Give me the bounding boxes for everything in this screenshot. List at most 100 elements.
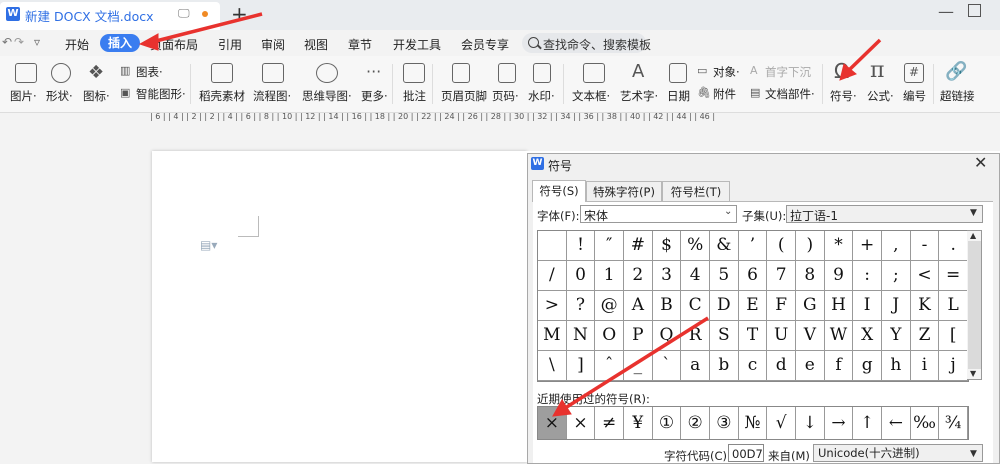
- character-code-input[interactable]: 00D7: [728, 444, 764, 462]
- recent-symbol-cell[interactable]: ↓: [796, 407, 825, 439]
- caret-down-icon[interactable]: ▼: [970, 208, 977, 218]
- maximize-button[interactable]: [968, 4, 981, 17]
- hyperlink-button[interactable]: 超链接: [940, 88, 975, 104]
- chevron-down-icon[interactable]: ⌄: [724, 206, 732, 217]
- font-select-value[interactable]: 宋体: [584, 207, 608, 224]
- paragraph-layout-icon[interactable]: ▤▾: [200, 238, 217, 252]
- symbol-cell[interactable]: O: [595, 321, 624, 351]
- symbol-cell[interactable]: [: [939, 321, 968, 351]
- symbol-cell[interactable]: $: [652, 231, 682, 261]
- symbol-cell[interactable]: ″: [595, 231, 624, 261]
- symbol-cell[interactable]: 1: [595, 261, 624, 291]
- menu-insert[interactable]: 插入: [100, 34, 140, 52]
- watermark-button[interactable]: 水印·: [528, 88, 555, 104]
- dropcap-button[interactable]: 首字下沉: [765, 64, 811, 80]
- symbol-cell[interactable]: 8: [796, 261, 825, 291]
- symbol-cell[interactable]: :: [853, 261, 882, 291]
- symbol-cell[interactable]: b: [710, 351, 739, 381]
- symbol-cell[interactable]: K: [910, 291, 940, 321]
- menu-review[interactable]: 审阅: [261, 36, 285, 53]
- caret-down-icon[interactable]: ▼: [970, 449, 977, 459]
- symbol-cell[interactable]: ): [796, 231, 825, 261]
- symbol-cell[interactable]: L: [939, 291, 968, 321]
- symbol-cell[interactable]: f: [824, 351, 854, 381]
- symbol-cell[interactable]: !: [566, 231, 596, 261]
- symbol-cell[interactable]: (: [767, 231, 796, 261]
- symbol-cell[interactable]: F: [767, 291, 796, 321]
- new-tab-button[interactable]: +: [231, 2, 248, 26]
- tab-symbol-bar[interactable]: 符号栏(T): [662, 181, 730, 201]
- shape-button[interactable]: 形状·: [46, 88, 73, 104]
- symbol-button[interactable]: 符号·: [830, 88, 857, 104]
- symbol-cell[interactable]: G: [796, 291, 825, 321]
- horizontal-ruler[interactable]: | 6 | | 4 | | 2 | | 2 | | 4 | | 6 | | 8 …: [150, 112, 850, 126]
- symbol-cell[interactable]: Q: [652, 321, 682, 351]
- symbol-cell[interactable]: C: [681, 291, 710, 321]
- object-button[interactable]: 对象·: [713, 64, 740, 80]
- symbol-cell[interactable]: *: [824, 231, 854, 261]
- smart-graphic-button[interactable]: 智能图形·: [136, 86, 186, 102]
- symbol-cell[interactable]: E: [738, 291, 768, 321]
- symbol-cell[interactable]: %: [681, 231, 710, 261]
- symbol-cell[interactable]: 6: [738, 261, 768, 291]
- symbol-cell[interactable]: c: [738, 351, 768, 381]
- recent-symbol-cell[interactable]: ×: [538, 407, 567, 439]
- symbol-cell[interactable]: 9: [824, 261, 854, 291]
- symbol-cell[interactable]: V: [796, 321, 825, 351]
- symbol-cell[interactable]: g: [853, 351, 882, 381]
- quick-access-dropdown[interactable]: ▿: [34, 35, 40, 49]
- symbol-cell[interactable]: /: [538, 261, 567, 291]
- menu-references[interactable]: 引用: [218, 36, 242, 53]
- scroll-down-icon[interactable]: ▼: [970, 369, 976, 378]
- symbol-cell[interactable]: =: [939, 261, 968, 291]
- recent-symbol-cell[interactable]: ≠: [595, 407, 624, 439]
- symbol-cell[interactable]: D: [710, 291, 739, 321]
- comment-button[interactable]: 批注: [403, 88, 426, 104]
- flowchart-button[interactable]: 流程图·: [253, 88, 291, 104]
- command-search-placeholder[interactable]: 查找命令、搜索模板: [543, 36, 651, 53]
- symbol-cell[interactable]: i: [910, 351, 940, 381]
- symbol-cell[interactable]: &: [710, 231, 739, 261]
- menu-member[interactable]: 会员专享: [461, 36, 509, 53]
- symbol-cell[interactable]: P: [624, 321, 653, 351]
- symbol-cell[interactable]: ,: [882, 231, 911, 261]
- symbol-cell[interactable]: `: [652, 351, 682, 381]
- straw-material-button[interactable]: 稻壳素材: [199, 88, 245, 104]
- recent-symbol-cell[interactable]: ②: [681, 407, 710, 439]
- symbol-cell[interactable]: .: [939, 231, 968, 261]
- symbol-cell[interactable]: 2: [624, 261, 653, 291]
- date-button[interactable]: 日期: [667, 88, 690, 104]
- symbol-cell[interactable]: #: [624, 231, 653, 261]
- recent-symbol-cell[interactable]: ①: [653, 407, 682, 439]
- picture-button[interactable]: 图片·: [10, 88, 37, 104]
- mindmap-button[interactable]: 思维导图·: [302, 88, 352, 104]
- symbol-cell[interactable]: U: [767, 321, 796, 351]
- numbering-button[interactable]: 编号: [903, 88, 926, 104]
- from-select[interactable]: Unicode(十六进制): [813, 444, 983, 462]
- symbol-cell[interactable]: ?: [566, 291, 596, 321]
- menu-view[interactable]: 视图: [304, 36, 328, 53]
- chart-button[interactable]: 图表·: [136, 64, 163, 80]
- symbol-cell[interactable]: N: [566, 321, 596, 351]
- symbol-cell[interactable]: M: [538, 321, 567, 351]
- recent-symbol-cell[interactable]: ↑: [853, 407, 882, 439]
- header-footer-button[interactable]: 页眉页脚: [441, 88, 487, 104]
- symbol-cell[interactable]: <: [910, 261, 940, 291]
- symbol-cell[interactable]: ’: [738, 231, 768, 261]
- redo-button[interactable]: ↷: [14, 35, 24, 49]
- tab-symbols[interactable]: 符号(S): [532, 180, 586, 202]
- recent-symbol-cell[interactable]: √: [767, 407, 796, 439]
- wordart-button[interactable]: 艺术字·: [620, 88, 658, 104]
- recent-symbol-cell[interactable]: ×: [567, 407, 596, 439]
- symbol-cell[interactable]: \: [538, 351, 567, 381]
- symbol-cell[interactable]: e: [796, 351, 825, 381]
- recent-symbol-cell[interactable]: ¾: [939, 407, 968, 439]
- recent-symbol-cell[interactable]: ‰: [911, 407, 940, 439]
- recent-symbol-cell[interactable]: →: [825, 407, 854, 439]
- recent-symbol-cell[interactable]: №: [739, 407, 768, 439]
- monitor-icon[interactable]: 🖵: [178, 6, 190, 21]
- symbol-cell[interactable]: [538, 231, 567, 261]
- more-button[interactable]: 更多·: [361, 88, 388, 104]
- symbol-cell[interactable]: 3: [652, 261, 682, 291]
- symbol-cell[interactable]: R: [681, 321, 710, 351]
